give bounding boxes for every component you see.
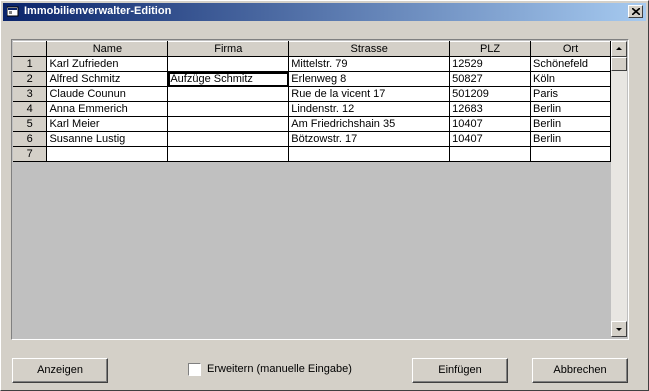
cell-name[interactable]: Susanne Lustig (46, 131, 169, 147)
cell-firma[interactable] (167, 131, 290, 147)
cell-name[interactable]: Anna Emmerich (46, 101, 169, 117)
row-header[interactable]: 2 (13, 71, 48, 87)
abbrechen-button[interactable]: Abbrechen (532, 358, 628, 383)
title-bar[interactable]: Immobilienverwalter-Edition (3, 3, 646, 21)
cell-strasse[interactable]: Lindenstr. 12 (288, 101, 451, 117)
cell-plz[interactable]: 12683 (449, 101, 531, 117)
cell-ort[interactable] (530, 146, 611, 162)
row-header[interactable]: 5 (13, 116, 48, 132)
table-row: 4 Anna Emmerich Lindenstr. 12 12683 Berl… (13, 101, 611, 117)
table-row: 1 Karl Zufrieden Mittelstr. 79 12529 Sch… (13, 56, 611, 72)
cell-plz[interactable]: 10407 (449, 131, 531, 147)
erweitern-checkbox[interactable] (188, 363, 201, 376)
close-icon (632, 8, 640, 15)
table-row: 5 Karl Meier Am Friedrichshain 35 10407 … (13, 116, 611, 132)
header-row: Name Firma Strasse PLZ Ort (13, 41, 611, 57)
cell-name[interactable]: Karl Zufrieden (46, 56, 169, 72)
cell-plz[interactable]: 501209 (449, 86, 531, 102)
cell-strasse[interactable]: Erlenweg 8 (288, 71, 451, 87)
cell-strasse[interactable] (288, 146, 451, 162)
cell-firma[interactable] (167, 116, 290, 132)
table-row: 3 Claude Counun Rue de la vicent 17 5012… (13, 86, 611, 102)
column-header-ort[interactable]: Ort (530, 41, 611, 57)
cell-plz[interactable]: 12529 (449, 56, 531, 72)
cell-ort[interactable]: Berlin (530, 101, 611, 117)
cell-ort[interactable]: Berlin (530, 116, 611, 132)
scroll-down-button[interactable] (611, 321, 627, 337)
cell-ort[interactable]: Köln (530, 71, 611, 87)
column-header-firma[interactable]: Firma (167, 41, 290, 57)
einfuegen-button[interactable]: Einfügen (412, 358, 508, 383)
cell-strasse[interactable]: Am Friedrichshain 35 (288, 116, 451, 132)
corner-header[interactable] (13, 41, 48, 57)
row-header[interactable]: 4 (13, 101, 48, 117)
row-header[interactable]: 3 (13, 86, 48, 102)
cell-name[interactable]: Claude Counun (46, 86, 169, 102)
column-header-plz[interactable]: PLZ (449, 41, 531, 57)
cell-plz[interactable]: 50827 (449, 71, 531, 87)
scroll-thumb[interactable] (611, 57, 627, 71)
app-icon (6, 6, 19, 17)
arrow-up-icon (616, 47, 622, 50)
arrow-down-icon (616, 328, 622, 331)
cell-firma[interactable] (167, 56, 290, 72)
grid-table: Name Firma Strasse PLZ Ort 1 Karl Zufrie… (13, 41, 611, 162)
cell-strasse[interactable]: Rue de la vicent 17 (288, 86, 451, 102)
erweitern-label[interactable]: Erweitern (manuelle Eingabe) (207, 363, 352, 375)
cell-strasse[interactable]: Bötzowstr. 17 (288, 131, 451, 147)
cell-firma[interactable] (167, 101, 290, 117)
column-header-strasse[interactable]: Strasse (288, 41, 451, 57)
cell-firma-active[interactable]: Aufzüge Schmitz (167, 71, 290, 87)
close-button[interactable] (628, 5, 643, 18)
cell-strasse[interactable]: Mittelstr. 79 (288, 56, 451, 72)
vertical-scrollbar[interactable] (611, 41, 627, 337)
table-row: 7 (13, 146, 611, 162)
cell-ort[interactable]: Berlin (530, 131, 611, 147)
cell-ort[interactable]: Schönefeld (530, 56, 611, 72)
cell-name[interactable]: Karl Meier (46, 116, 169, 132)
cell-ort[interactable]: Paris (530, 86, 611, 102)
data-grid[interactable]: Name Firma Strasse PLZ Ort 1 Karl Zufrie… (11, 39, 629, 340)
cell-plz[interactable]: 10407 (449, 116, 531, 132)
row-header[interactable]: 1 (13, 56, 48, 72)
cell-name[interactable]: Alfred Schmitz (46, 71, 169, 87)
anzeigen-button[interactable]: Anzeigen (12, 358, 108, 383)
cell-plz[interactable] (449, 146, 531, 162)
scroll-up-button[interactable] (611, 41, 627, 57)
cell-name[interactable] (46, 146, 169, 162)
table-row: 2 Alfred Schmitz Aufzüge Schmitz Erlenwe… (13, 71, 611, 87)
cell-firma[interactable] (167, 146, 290, 162)
main-window: Immobilienverwalter-Edition Name Firma S… (0, 0, 649, 391)
table-row: 6 Susanne Lustig Bötzowstr. 17 10407 Ber… (13, 131, 611, 147)
row-header[interactable]: 7 (13, 146, 48, 162)
column-header-name[interactable]: Name (46, 41, 169, 57)
window-title: Immobilienverwalter-Edition (24, 5, 172, 17)
row-header[interactable]: 6 (13, 131, 48, 147)
cell-firma[interactable] (167, 86, 290, 102)
